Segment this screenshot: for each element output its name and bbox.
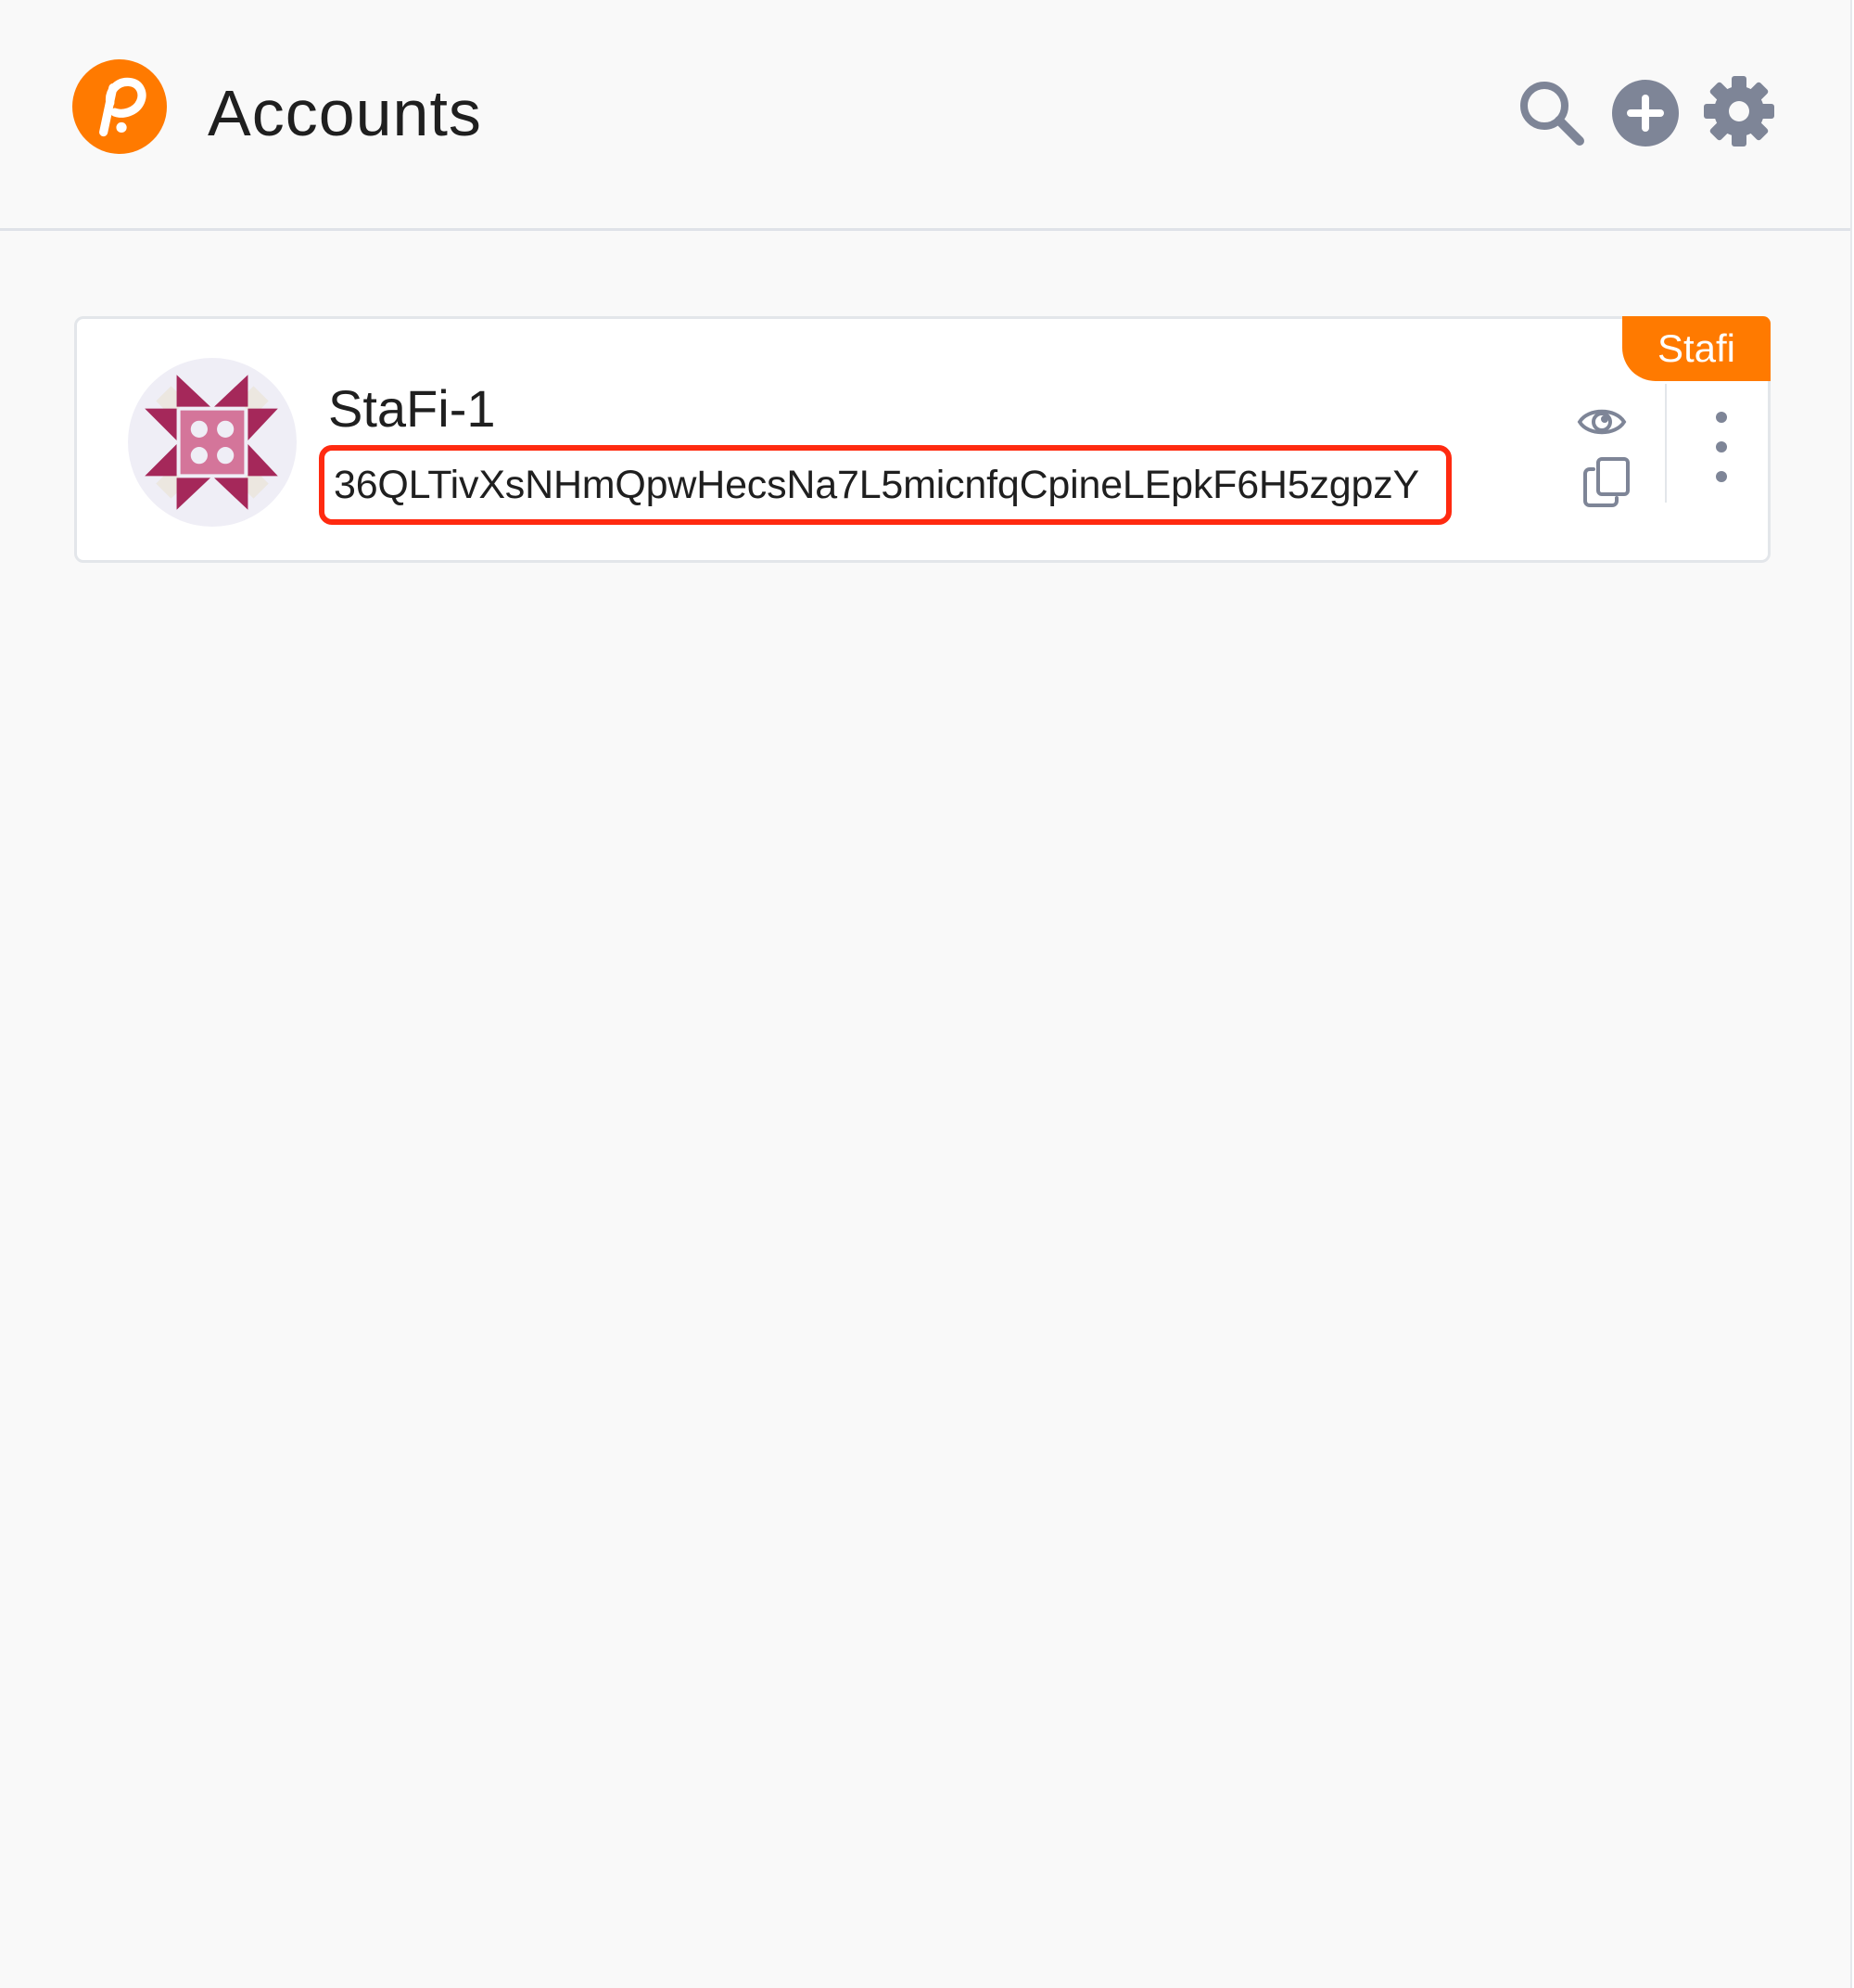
account-card[interactable]: Stafi StaFi-1 36QLTivXsNHmQpwHecsNa7L5mi…	[74, 316, 1771, 563]
account-name: StaFi-1	[328, 379, 496, 438]
header: Accounts	[0, 0, 1850, 231]
address-highlight-box: 36QLTivXsNHmQpwHecsNa7L5micnfqCpineLEpkF…	[319, 445, 1452, 525]
more-vertical-icon[interactable]	[1705, 408, 1738, 486]
app-window: Accounts Stafi StaFi-1 36QLTivXsNHmQpwHe…	[0, 0, 1852, 1988]
add-account-icon[interactable]	[1610, 78, 1681, 148]
gear-icon[interactable]	[1702, 74, 1776, 148]
copy-icon[interactable]	[1582, 456, 1632, 508]
search-icon[interactable]	[1515, 76, 1589, 150]
account-address[interactable]: 36QLTivXsNHmQpwHecsNa7L5micnfqCpineLEpkF…	[334, 451, 1419, 519]
network-badge: Stafi	[1622, 316, 1771, 381]
identicon-avatar[interactable]	[128, 358, 297, 527]
page-title: Accounts	[208, 77, 482, 149]
card-divider	[1665, 384, 1667, 503]
eye-icon[interactable]	[1577, 402, 1627, 441]
polkadot-logo-icon	[72, 59, 167, 154]
